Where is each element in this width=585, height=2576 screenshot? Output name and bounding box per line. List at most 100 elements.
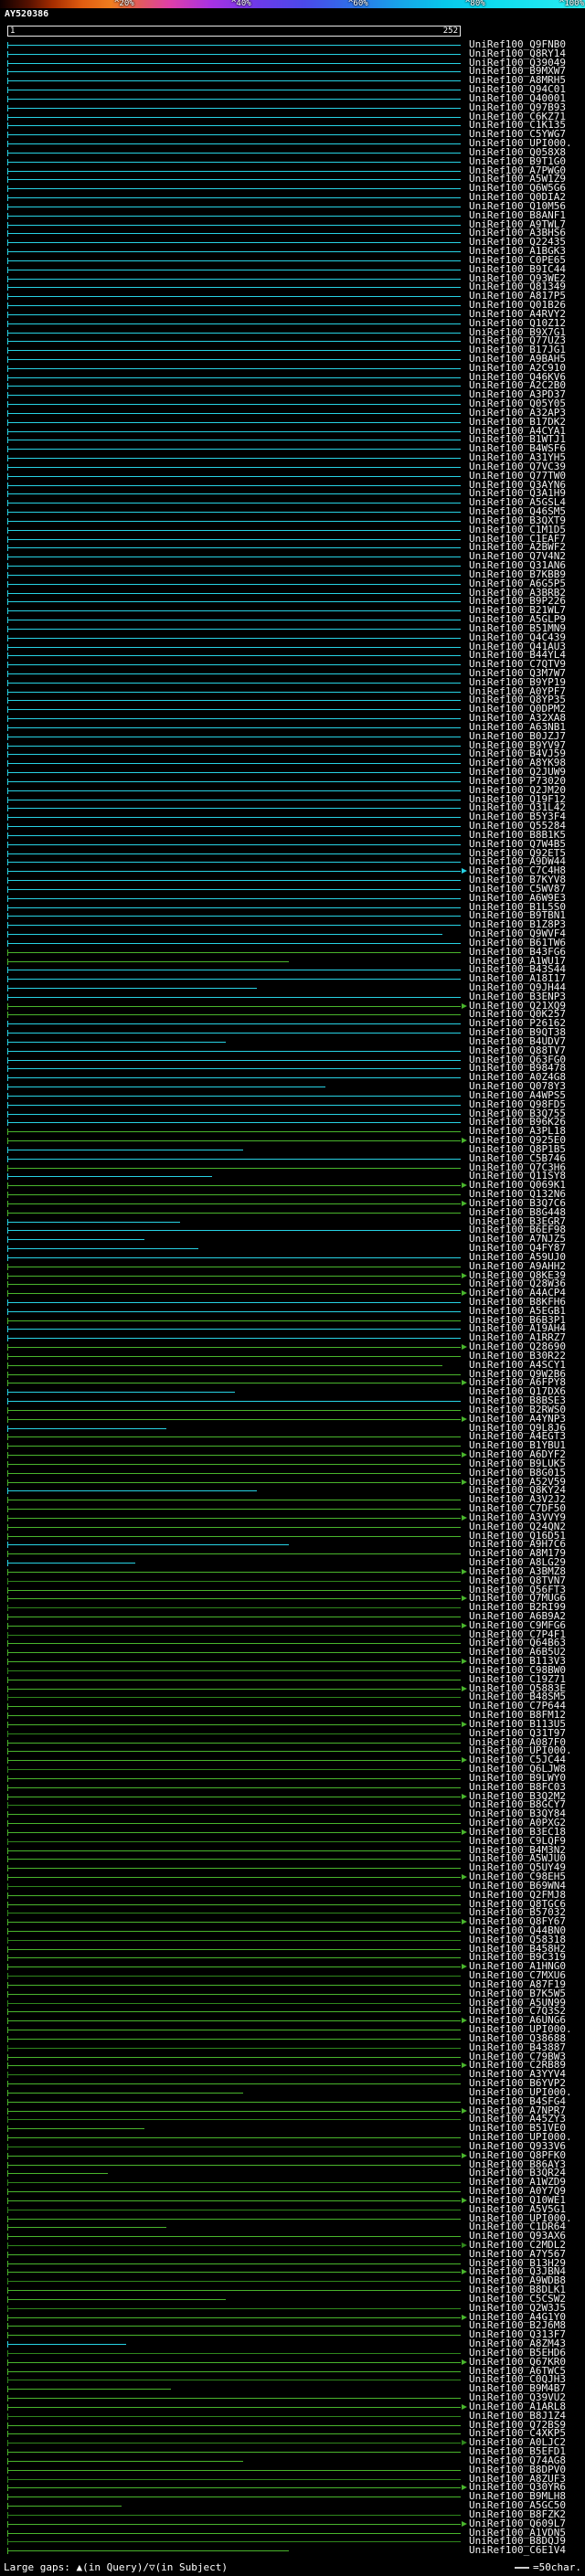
hit-bar xyxy=(8,1436,461,1438)
large-gap-arrow-icon xyxy=(462,2440,467,2446)
hit-bar xyxy=(8,1373,461,1375)
hit-bar xyxy=(8,1563,135,1564)
hit-bar xyxy=(8,1805,461,1807)
hit-bar xyxy=(8,1868,461,1870)
hit-bar xyxy=(8,1131,461,1133)
hit-bar xyxy=(8,1571,461,1573)
hit-bar xyxy=(8,430,461,432)
hit-bar xyxy=(8,251,461,253)
large-gap-arrow-icon xyxy=(462,1964,467,1970)
large-gap-arrow-icon xyxy=(462,1380,467,1386)
hit-bar xyxy=(8,2263,461,2264)
hit-bar xyxy=(8,98,461,100)
hit-bar xyxy=(8,1697,461,1699)
hit-bar xyxy=(8,475,461,477)
hit-bar xyxy=(8,1814,461,1816)
hit-bar xyxy=(8,2065,461,2067)
large-gap-arrow-icon xyxy=(462,1479,467,1485)
large-gap-arrow-icon xyxy=(462,1829,467,1835)
scale-tick-20: ^20% xyxy=(114,0,134,8)
large-gap-arrow-icon xyxy=(462,1182,467,1189)
hit-bar xyxy=(8,1885,461,1887)
hit-bar xyxy=(8,503,461,504)
hit-bar xyxy=(8,260,461,261)
scale-dash-icon xyxy=(515,2567,530,2569)
legend-unit-label: =50char. xyxy=(533,2561,581,2573)
hit-bar xyxy=(8,107,461,109)
hit-bar xyxy=(8,1760,461,1762)
hit-bar xyxy=(8,1158,461,1160)
hit-bar xyxy=(8,179,461,181)
hit-bar xyxy=(8,1140,461,1142)
hit-bar xyxy=(8,1033,461,1034)
hit-bar xyxy=(8,1751,461,1753)
hit-bar xyxy=(8,1823,461,1825)
large-gap-arrow-icon xyxy=(462,1568,467,1574)
hit-subject-label[interactable]: UniRef100_C6E1V4 xyxy=(469,2545,566,2555)
hit-bar xyxy=(8,1284,461,1286)
hit-bar xyxy=(8,2523,461,2525)
hit-bar xyxy=(8,1481,461,1483)
hit-bar xyxy=(8,1194,461,1196)
hit-bar xyxy=(8,359,461,360)
hit-bar xyxy=(8,2173,108,2175)
hit-bar xyxy=(8,843,461,845)
hit-bar xyxy=(8,1553,461,1555)
hit-bar xyxy=(8,395,461,397)
hit-bar xyxy=(8,1068,461,1070)
hit-bar xyxy=(8,862,461,864)
hit-bar xyxy=(8,2119,461,2121)
large-gap-arrow-icon xyxy=(462,1002,467,1009)
hit-bar xyxy=(8,2298,226,2300)
hit-bar xyxy=(8,421,461,423)
hit-bar xyxy=(8,449,461,451)
large-gap-arrow-icon xyxy=(462,2152,467,2158)
hit-bar xyxy=(8,1409,461,1411)
hit-bar xyxy=(8,1446,461,1447)
hit-bar xyxy=(8,1976,461,1977)
hit-bar xyxy=(8,2487,461,2489)
hit-bar xyxy=(8,53,461,55)
hit-bar xyxy=(8,1418,461,1420)
hit-bar xyxy=(8,2398,461,2400)
hit-bar xyxy=(8,583,461,585)
hit-bar xyxy=(8,1903,461,1905)
hit-bar xyxy=(8,2074,461,2076)
hit-bar xyxy=(8,2227,167,2229)
large-gap-arrow-icon xyxy=(462,1874,467,1881)
hit-bar xyxy=(8,1966,461,1968)
hit-bar xyxy=(8,1706,461,1708)
scale-tick-40: ^40% xyxy=(231,0,251,8)
hit-bar xyxy=(8,2164,461,2166)
hit-bar xyxy=(8,305,461,307)
hit-bar xyxy=(8,951,461,953)
hit-bar xyxy=(8,1984,461,1986)
large-gap-arrow-icon xyxy=(462,2269,467,2275)
hit-bar xyxy=(8,1472,461,1474)
hit-bar xyxy=(8,2424,461,2426)
hit-bar xyxy=(8,996,461,998)
hit-bar xyxy=(8,2532,461,2534)
large-gap-arrow-icon xyxy=(462,2403,467,2410)
hit-bar xyxy=(8,1957,461,1959)
hit-bar xyxy=(8,2335,461,2337)
hit-bar xyxy=(8,152,461,154)
large-gap-arrow-icon xyxy=(462,1138,467,1144)
hit-bar xyxy=(8,2128,144,2130)
hit-bar xyxy=(8,1122,461,1124)
hit-bar xyxy=(8,1526,461,1528)
hit-bar xyxy=(8,2245,461,2246)
hit-bar xyxy=(8,1401,461,1403)
hit-bar xyxy=(8,682,461,684)
hit-bar xyxy=(8,2290,461,2292)
hit-bar xyxy=(8,1310,461,1312)
hit-bar xyxy=(8,376,461,378)
hit-bar xyxy=(8,691,461,693)
hit-bar xyxy=(8,2406,461,2408)
hit-bar xyxy=(8,1931,461,1932)
large-gap-arrow-icon xyxy=(462,1757,467,1764)
hit-bar xyxy=(8,1535,461,1537)
hit-bar xyxy=(8,2038,461,2040)
query-name: AY520386 xyxy=(5,9,49,19)
hit-bar xyxy=(8,925,461,927)
